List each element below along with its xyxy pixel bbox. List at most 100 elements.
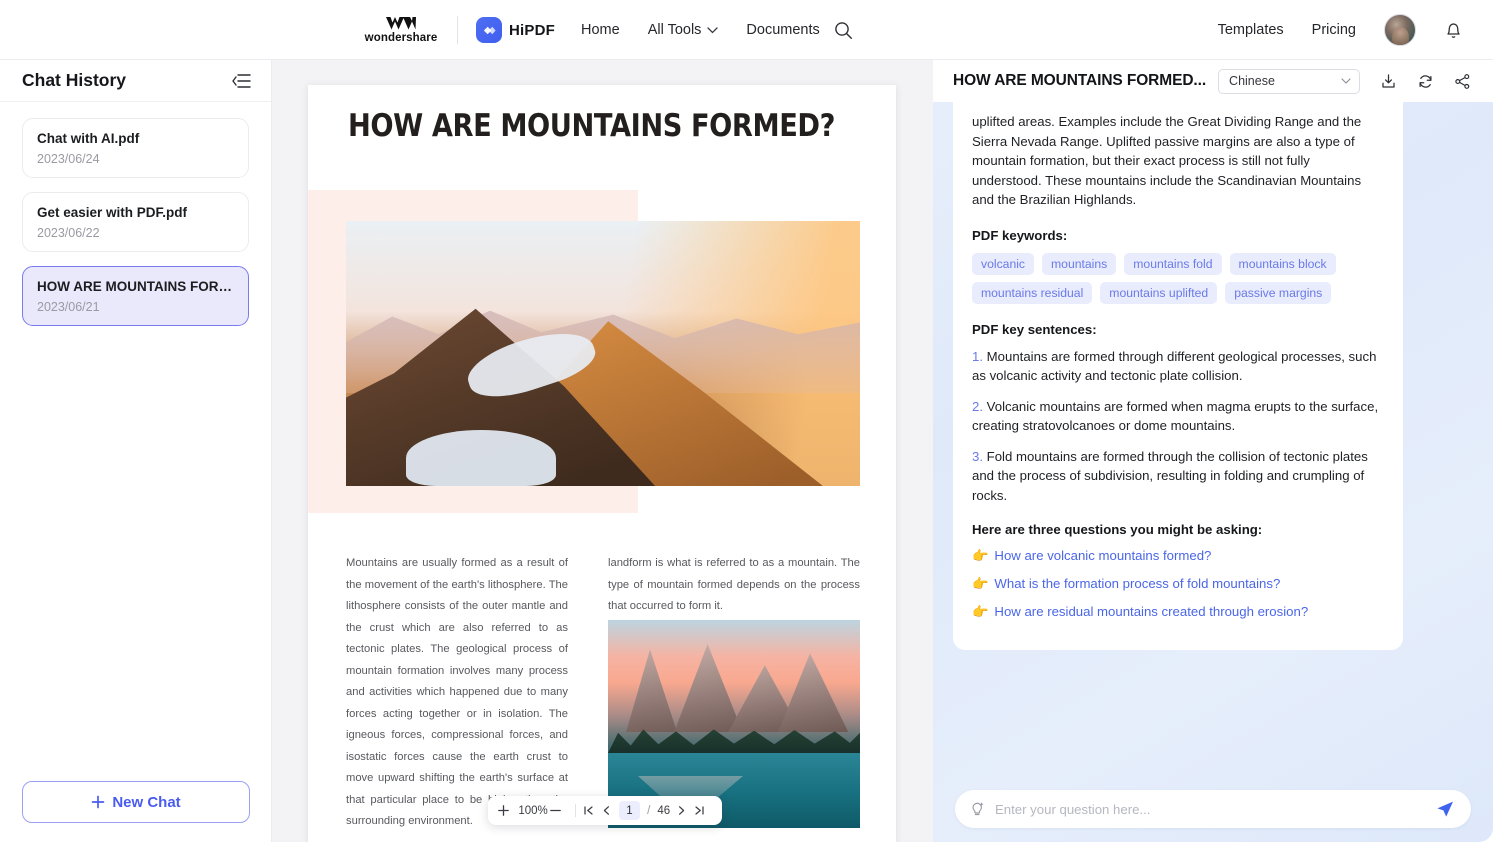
sidebar-header: Chat History bbox=[0, 60, 271, 102]
avatar[interactable] bbox=[1384, 14, 1416, 46]
key-sentence-item: 1. Mountains are formed through differen… bbox=[972, 347, 1381, 386]
zoom-level-label[interactable]: 100% bbox=[516, 805, 550, 817]
zoom-out-button[interactable] bbox=[550, 805, 568, 816]
next-page-icon bbox=[679, 806, 685, 815]
chat-item-date: 2023/06/24 bbox=[37, 152, 100, 166]
first-page-icon bbox=[584, 806, 593, 815]
wondershare-logo[interactable]: wondershare bbox=[355, 16, 447, 44]
key-sentence-text: Mountains are formed through different g… bbox=[972, 348, 1377, 384]
ask-question-bar[interactable] bbox=[955, 790, 1471, 828]
suggested-question-2[interactable]: 👉 How are residual mountains created thr… bbox=[972, 602, 1381, 621]
chat-item-date: 2023/06/21 bbox=[37, 300, 100, 314]
suggested-question-label: How are volcanic mountains formed? bbox=[994, 548, 1212, 563]
pdf-body-column-left: Mountains are usually formed as a result… bbox=[346, 557, 568, 827]
chevron-down-icon bbox=[1341, 78, 1351, 84]
chat-history-item-1[interactable]: Get easier with PDF.pdf 2023/06/22 bbox=[22, 192, 249, 252]
keyword-tag[interactable]: mountains residual bbox=[972, 281, 1093, 304]
chat-item-name: Get easier with PDF.pdf bbox=[37, 205, 188, 220]
pdf-body-column-right: landform is what is referred to as a mou… bbox=[608, 557, 860, 612]
chat-history-item-0[interactable]: Chat with AI.pdf 2023/06/24 bbox=[22, 118, 249, 178]
download-icon[interactable] bbox=[1380, 73, 1397, 90]
plus-icon bbox=[91, 795, 105, 809]
key-sentence-number: 2. bbox=[972, 398, 983, 414]
key-sentence-item: 3. Fold mountains are formed through the… bbox=[972, 447, 1381, 506]
new-chat-button[interactable]: New Chat bbox=[22, 781, 250, 823]
top-navbar: wondershare HiPDF Home All Tools Documen… bbox=[0, 0, 1493, 60]
suggested-question-1[interactable]: 👉 What is the formation process of fold … bbox=[972, 574, 1381, 593]
next-page-button[interactable] bbox=[676, 805, 694, 816]
nav-link-documents[interactable]: Documents bbox=[746, 22, 819, 38]
key-sentence-number: 1. bbox=[972, 348, 983, 364]
assistant-header: HOW ARE MOUNTAINS FORMED... Chinese bbox=[933, 60, 1493, 102]
nav-link-all-tools[interactable]: All Tools bbox=[648, 22, 719, 38]
wondershare-mark-icon bbox=[386, 16, 416, 29]
nav-link-home[interactable]: Home bbox=[581, 22, 620, 38]
hipdf-wordmark: HiPDF bbox=[509, 21, 555, 39]
send-icon[interactable] bbox=[1435, 799, 1455, 819]
ai-assistant-panel: HOW ARE MOUNTAINS FORMED... Chinese upli… bbox=[933, 60, 1493, 842]
summary-paragraph: uplifted areas. Examples include the Gre… bbox=[972, 114, 1362, 207]
assistant-answer-card: uplifted areas. Examples include the Gre… bbox=[953, 102, 1403, 650]
chat-history-sidebar: Chat History Chat with AI.pdf 2023/06/24… bbox=[0, 60, 272, 842]
suggested-question-0[interactable]: 👉 How are volcanic mountains formed? bbox=[972, 546, 1381, 565]
zoom-in-button[interactable] bbox=[498, 805, 516, 816]
keyword-tag[interactable]: mountains block bbox=[1229, 252, 1336, 275]
prev-page-button[interactable] bbox=[601, 805, 619, 816]
assistant-actions bbox=[1380, 73, 1471, 90]
sidebar-title: Chat History bbox=[22, 70, 127, 90]
wondershare-wordmark: wondershare bbox=[364, 31, 438, 44]
keyword-tag[interactable]: mountains bbox=[1042, 252, 1117, 275]
suggested-question-label: What is the formation process of fold mo… bbox=[994, 576, 1281, 591]
collapse-panel-icon[interactable] bbox=[232, 73, 251, 89]
nav-link-templates[interactable]: Templates bbox=[1218, 22, 1284, 38]
hipdf-square-icon bbox=[476, 17, 502, 43]
pdf-document-title: HOW ARE MOUNTAINS FORMED? bbox=[348, 108, 835, 144]
nav-link-pricing[interactable]: Pricing bbox=[1312, 22, 1356, 38]
language-select[interactable]: Chinese bbox=[1218, 68, 1361, 94]
chevron-down-icon bbox=[707, 26, 719, 33]
last-page-button[interactable] bbox=[694, 805, 712, 816]
pointing-hand-icon: 👉 bbox=[972, 576, 989, 591]
chat-history-item-2[interactable]: HOW ARE MOUNTAINS FORME... 2023/06/21 bbox=[22, 266, 249, 326]
hipdf-logo[interactable]: HiPDF bbox=[476, 17, 555, 43]
last-page-icon bbox=[695, 806, 704, 815]
nav-link-home-label: Home bbox=[581, 22, 620, 38]
minus-icon bbox=[550, 809, 562, 812]
nav-link-pricing-label: Pricing bbox=[1311, 22, 1356, 38]
app-window: wondershare HiPDF Home All Tools Documen… bbox=[0, 0, 1493, 842]
toolbar-divider bbox=[575, 804, 576, 817]
lake-peak-4 bbox=[778, 653, 849, 733]
key-sentence-number: 3. bbox=[972, 448, 983, 464]
share-icon[interactable] bbox=[1454, 73, 1471, 90]
suggested-question-label: How are residual mountains created throu… bbox=[994, 604, 1309, 619]
pdf-viewer[interactable]: HOW ARE MOUNTAINS FORMED? Mountains are … bbox=[272, 60, 933, 842]
suggested-questions-heading: Here are three questions you might be as… bbox=[972, 522, 1263, 537]
search-icon[interactable] bbox=[834, 21, 853, 40]
ask-question-input[interactable] bbox=[995, 801, 1435, 817]
navbar-right-group: Templates Pricing bbox=[1218, 0, 1493, 60]
keywords-heading: PDF keywords: bbox=[972, 227, 1068, 243]
chat-item-name: Chat with AI.pdf bbox=[37, 131, 140, 146]
keyword-tag[interactable]: volcanic bbox=[972, 252, 1035, 275]
pdf-hero-image bbox=[346, 221, 860, 486]
pdf-page: HOW ARE MOUNTAINS FORMED? Mountains are … bbox=[308, 85, 896, 842]
keyword-tag[interactable]: mountains fold bbox=[1124, 252, 1222, 275]
language-select-value: Chinese bbox=[1229, 74, 1275, 88]
total-pages-label: 46 bbox=[657, 804, 671, 817]
keyword-tag-list: volcanic mountains mountains fold mounta… bbox=[972, 252, 1381, 304]
keyword-tag[interactable]: mountains uplifted bbox=[1100, 281, 1218, 304]
page-separator: / bbox=[647, 804, 651, 817]
navbar-divider bbox=[457, 16, 458, 44]
bell-icon[interactable] bbox=[1444, 20, 1463, 40]
chat-history-list: Chat with AI.pdf 2023/06/24 Get easier w… bbox=[0, 102, 271, 326]
current-page-input[interactable]: 1 bbox=[618, 801, 641, 820]
keyword-tag[interactable]: passive margins bbox=[1225, 281, 1332, 304]
chat-item-date: 2023/06/22 bbox=[37, 226, 100, 240]
new-chat-label: New Chat bbox=[112, 793, 181, 811]
hero-snow-patch-b bbox=[406, 430, 556, 486]
assistant-document-title: HOW ARE MOUNTAINS FORMED... bbox=[953, 72, 1207, 89]
nav-link-templates-label: Templates bbox=[1217, 22, 1284, 38]
refresh-icon[interactable] bbox=[1417, 73, 1434, 90]
plus-icon bbox=[498, 805, 509, 816]
first-page-button[interactable] bbox=[583, 805, 601, 816]
